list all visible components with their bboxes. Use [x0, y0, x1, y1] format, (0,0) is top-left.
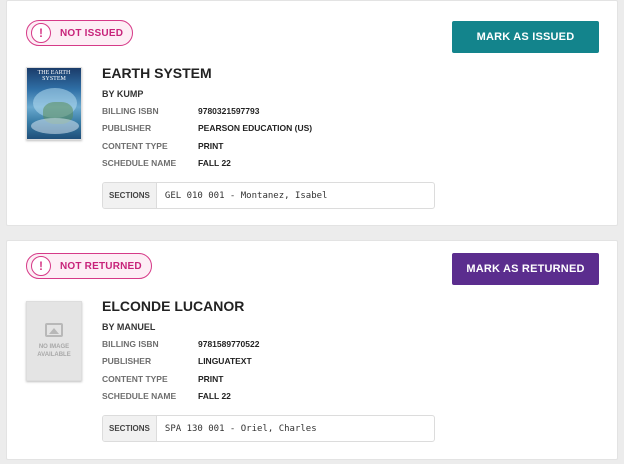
book-details: BILLING ISBN 9780321597793 PUBLISHER PEA…	[102, 102, 312, 172]
content-type-row: CONTENT TYPE PRINT	[102, 137, 312, 155]
content-type-row: CONTENT TYPE PRINT	[102, 370, 259, 388]
publisher-row: PUBLISHER LINGUATEXT	[102, 353, 259, 371]
no-image-text: NO IMAGE AVAILABLE	[37, 344, 71, 358]
book-details: BILLING ISBN 9781589770522 PUBLISHER LIN…	[102, 335, 259, 405]
billing-isbn-value: 9780321597793	[198, 105, 260, 116]
content-type-value: PRINT	[198, 140, 224, 151]
publisher-label: PUBLISHER	[102, 123, 152, 134]
publisher-label: PUBLISHER	[102, 356, 152, 367]
no-image-placeholder: NO IMAGE AVAILABLE	[26, 301, 82, 381]
schedule-name-value: FALL 22	[198, 158, 231, 169]
book-title: EARTH SYSTEM	[102, 65, 212, 81]
exclamation-icon: !	[31, 256, 51, 276]
billing-isbn-row: BILLING ISBN 9781589770522	[102, 335, 259, 353]
sections-field: SECTIONS SPA 130 001 - Oriel, Charles	[102, 415, 435, 442]
order-card: ! NOT RETURNED MARK AS RETURNED NO IMAGE…	[6, 240, 618, 460]
book-title: ELCONDE LUCANOR	[102, 298, 245, 314]
publisher-value: PEARSON EDUCATION (US)	[198, 123, 313, 134]
mark-as-returned-button[interactable]: MARK AS RETURNED	[452, 253, 599, 285]
status-badge: ! NOT RETURNED	[26, 253, 152, 279]
schedule-name-label: SCHEDULE NAME	[102, 391, 177, 402]
sections-label: SECTIONS	[103, 416, 157, 441]
content-type-value: PRINT	[198, 373, 224, 384]
mark-as-issued-button[interactable]: MARK AS ISSUED	[452, 21, 599, 53]
publisher-row: PUBLISHER PEARSON EDUCATION (US)	[102, 120, 312, 138]
order-card: ! NOT ISSUED MARK AS ISSUED THE EARTH SY…	[6, 0, 618, 226]
sections-field: SECTIONS GEL 010 001 - Montanez, Isabel	[102, 182, 435, 209]
billing-isbn-row: BILLING ISBN 9780321597793	[102, 102, 312, 120]
content-type-label: CONTENT TYPE	[102, 373, 168, 384]
schedule-name-label: SCHEDULE NAME	[102, 158, 177, 169]
status-text: NOT ISSUED	[60, 27, 124, 39]
book-author: BY KUMP	[102, 89, 144, 99]
publisher-value: LINGUATEXT	[198, 356, 252, 367]
billing-isbn-label: BILLING ISBN	[102, 105, 159, 116]
status-text: NOT RETURNED	[60, 260, 142, 272]
status-badge: ! NOT ISSUED	[26, 20, 134, 46]
sections-value: SPA 130 001 - Oriel, Charles	[164, 423, 317, 434]
billing-isbn-value: 9781589770522	[198, 338, 260, 349]
exclamation-icon: !	[31, 23, 51, 43]
book-cover-image: THE EARTH SYSTEM	[26, 67, 82, 140]
book-author: BY MANUEL	[102, 322, 156, 332]
schedule-name-row: SCHEDULE NAME FALL 22	[102, 388, 259, 406]
billing-isbn-label: BILLING ISBN	[102, 338, 159, 349]
sections-value: GEL 010 001 - Montanez, Isabel	[164, 190, 328, 201]
image-icon	[45, 323, 63, 337]
sections-label: SECTIONS	[103, 183, 157, 208]
schedule-name-value: FALL 22	[198, 391, 231, 402]
cover-title: THE EARTH SYSTEM	[37, 70, 71, 82]
schedule-name-row: SCHEDULE NAME FALL 22	[102, 155, 312, 173]
content-type-label: CONTENT TYPE	[102, 140, 168, 151]
